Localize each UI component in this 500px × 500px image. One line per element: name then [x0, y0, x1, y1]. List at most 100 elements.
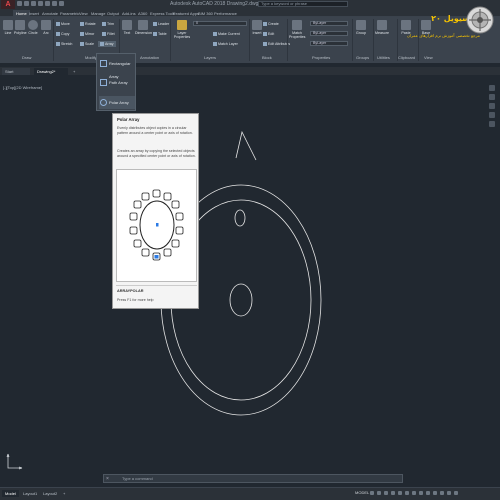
- orbit-icon[interactable]: [489, 112, 495, 118]
- panel-title-properties[interactable]: Properties: [312, 55, 330, 61]
- clean-screen-icon[interactable]: [447, 491, 451, 495]
- trim-button[interactable]: Trim: [102, 21, 114, 27]
- panel-title-draw[interactable]: Draw: [22, 55, 31, 61]
- line-button[interactable]: Line: [2, 20, 14, 35]
- tab-performance[interactable]: Performance: [214, 10, 237, 17]
- doc-tab-drawing2[interactable]: Drawing2*: [34, 68, 68, 75]
- search-input[interactable]: Type a keyword or phrase: [258, 1, 348, 7]
- make-current-button[interactable]: Make Current: [213, 31, 240, 37]
- rotate-button[interactable]: Rotate: [80, 21, 96, 27]
- panel-title-groups[interactable]: Groups: [356, 55, 369, 61]
- print-icon[interactable]: [45, 1, 50, 6]
- tab-view[interactable]: View: [79, 10, 88, 17]
- tab-annotate[interactable]: Annotate: [42, 10, 58, 17]
- doc-tab-start[interactable]: Start: [2, 68, 30, 75]
- units-icon[interactable]: [426, 491, 430, 495]
- close-icon[interactable]: ×: [106, 476, 109, 482]
- panel-title-annotation[interactable]: Annotation: [140, 55, 159, 61]
- hardware-acceleration-icon[interactable]: [440, 491, 444, 495]
- layer-dropdown[interactable]: 0: [193, 21, 247, 26]
- scale-button[interactable]: Scale: [80, 41, 94, 47]
- layer-properties-button[interactable]: Layer Properties: [173, 20, 191, 39]
- annotation-scale-icon[interactable]: [412, 491, 416, 495]
- application-menu-button[interactable]: A: [1, 0, 15, 9]
- mirror-button[interactable]: Mirror: [80, 31, 94, 37]
- path-array-item[interactable]: Path Array: [99, 76, 135, 89]
- polar-tracking-icon[interactable]: [391, 491, 395, 495]
- new-tab-button[interactable]: +: [70, 68, 78, 75]
- customization-icon[interactable]: [454, 491, 458, 495]
- workspace-icon[interactable]: [419, 491, 423, 495]
- tab-parametric[interactable]: Parametric: [60, 10, 79, 17]
- arc-icon: [41, 20, 51, 30]
- isolate-objects-icon[interactable]: [433, 491, 437, 495]
- group-button[interactable]: Group: [355, 20, 367, 35]
- table-button[interactable]: Table: [153, 31, 167, 37]
- rectangular-array-icon: [100, 60, 107, 67]
- steering-wheel-icon[interactable]: [489, 85, 495, 91]
- grid-icon[interactable]: [370, 491, 374, 495]
- panel-title-view[interactable]: View: [424, 55, 433, 61]
- command-input[interactable]: Type a command: [122, 476, 153, 481]
- tab-home[interactable]: Home: [13, 10, 30, 17]
- open-icon[interactable]: [24, 1, 29, 6]
- lineweight-dropdown[interactable]: ByLayer: [310, 41, 348, 46]
- panel-divider: [373, 19, 374, 61]
- match-layer-button[interactable]: Match Layer: [213, 41, 238, 47]
- tab-model[interactable]: Model: [2, 490, 19, 497]
- dimension-button[interactable]: Dimension: [135, 20, 152, 35]
- showmotion-icon[interactable]: [489, 121, 495, 127]
- arc-button[interactable]: Arc: [40, 20, 52, 35]
- tab-manage[interactable]: Manage: [91, 10, 105, 17]
- fillet-button[interactable]: Fillet: [102, 31, 115, 37]
- isodraft-icon[interactable]: [398, 491, 402, 495]
- edit-block-button[interactable]: Edit: [263, 31, 274, 37]
- save-as-icon[interactable]: [38, 1, 43, 6]
- panel-title-clipboard[interactable]: Clipboard: [398, 55, 415, 61]
- tab-insert[interactable]: Insert: [29, 10, 39, 17]
- circle-button[interactable]: Circle: [27, 20, 39, 35]
- text-button[interactable]: Text: [121, 20, 133, 35]
- panel-title-layers[interactable]: Layers: [204, 55, 216, 61]
- tab-featured-apps[interactable]: Featured Apps: [173, 10, 199, 17]
- tab-layout2[interactable]: Layout2: [40, 490, 60, 497]
- create-block-button[interactable]: Create: [263, 21, 279, 27]
- array-button[interactable]: Array: [98, 41, 116, 47]
- match-properties-button[interactable]: Match Properties: [289, 20, 305, 39]
- model-space-toggle[interactable]: MODEL: [355, 490, 369, 495]
- tab-express-tools[interactable]: Express Tools: [150, 10, 175, 17]
- add-layout-button[interactable]: +: [60, 490, 68, 497]
- panel-title-utilities[interactable]: Utilities: [377, 55, 390, 61]
- stretch-button[interactable]: Stretch: [56, 41, 72, 47]
- tab-add-ins[interactable]: Add-ins: [122, 10, 136, 17]
- new-icon[interactable]: [17, 1, 22, 6]
- copy-button[interactable]: Copy: [56, 31, 69, 37]
- polar-array-item[interactable]: Polar Array: [99, 96, 135, 109]
- tab-layout1[interactable]: Layout1: [20, 490, 40, 497]
- object-snap-icon[interactable]: [405, 491, 409, 495]
- table-icon: [153, 32, 157, 37]
- pan-icon[interactable]: [489, 94, 495, 100]
- redo-icon[interactable]: [59, 1, 64, 6]
- snap-icon[interactable]: [377, 491, 381, 495]
- leader-button[interactable]: Leader: [153, 21, 169, 27]
- linetype-dropdown[interactable]: ByLayer: [310, 31, 348, 36]
- tab-bim-360[interactable]: BIM 360: [198, 10, 213, 17]
- insert-button[interactable]: Insert: [251, 20, 263, 35]
- viewport-controls[interactable]: [-][Top][2D Wireframe]: [3, 85, 42, 90]
- panel-title-modify[interactable]: Modify: [85, 55, 97, 61]
- command-line[interactable]: × Type a command: [103, 474, 403, 483]
- rectangular-array-item[interactable]: Rectangular Array: [99, 57, 135, 79]
- zoom-icon[interactable]: [489, 103, 495, 109]
- move-button[interactable]: Move: [56, 21, 70, 27]
- drawing-canvas[interactable]: [0, 0, 500, 500]
- save-icon[interactable]: [31, 1, 36, 6]
- tab-output[interactable]: Output: [107, 10, 119, 17]
- tab-a360[interactable]: A360: [138, 10, 147, 17]
- ortho-icon[interactable]: [384, 491, 388, 495]
- color-dropdown[interactable]: ByLayer: [310, 21, 348, 26]
- undo-icon[interactable]: [52, 1, 57, 6]
- measure-button[interactable]: Measure: [375, 20, 389, 35]
- panel-title-block[interactable]: Block: [262, 55, 272, 61]
- polyline-button[interactable]: Polyline: [14, 20, 27, 35]
